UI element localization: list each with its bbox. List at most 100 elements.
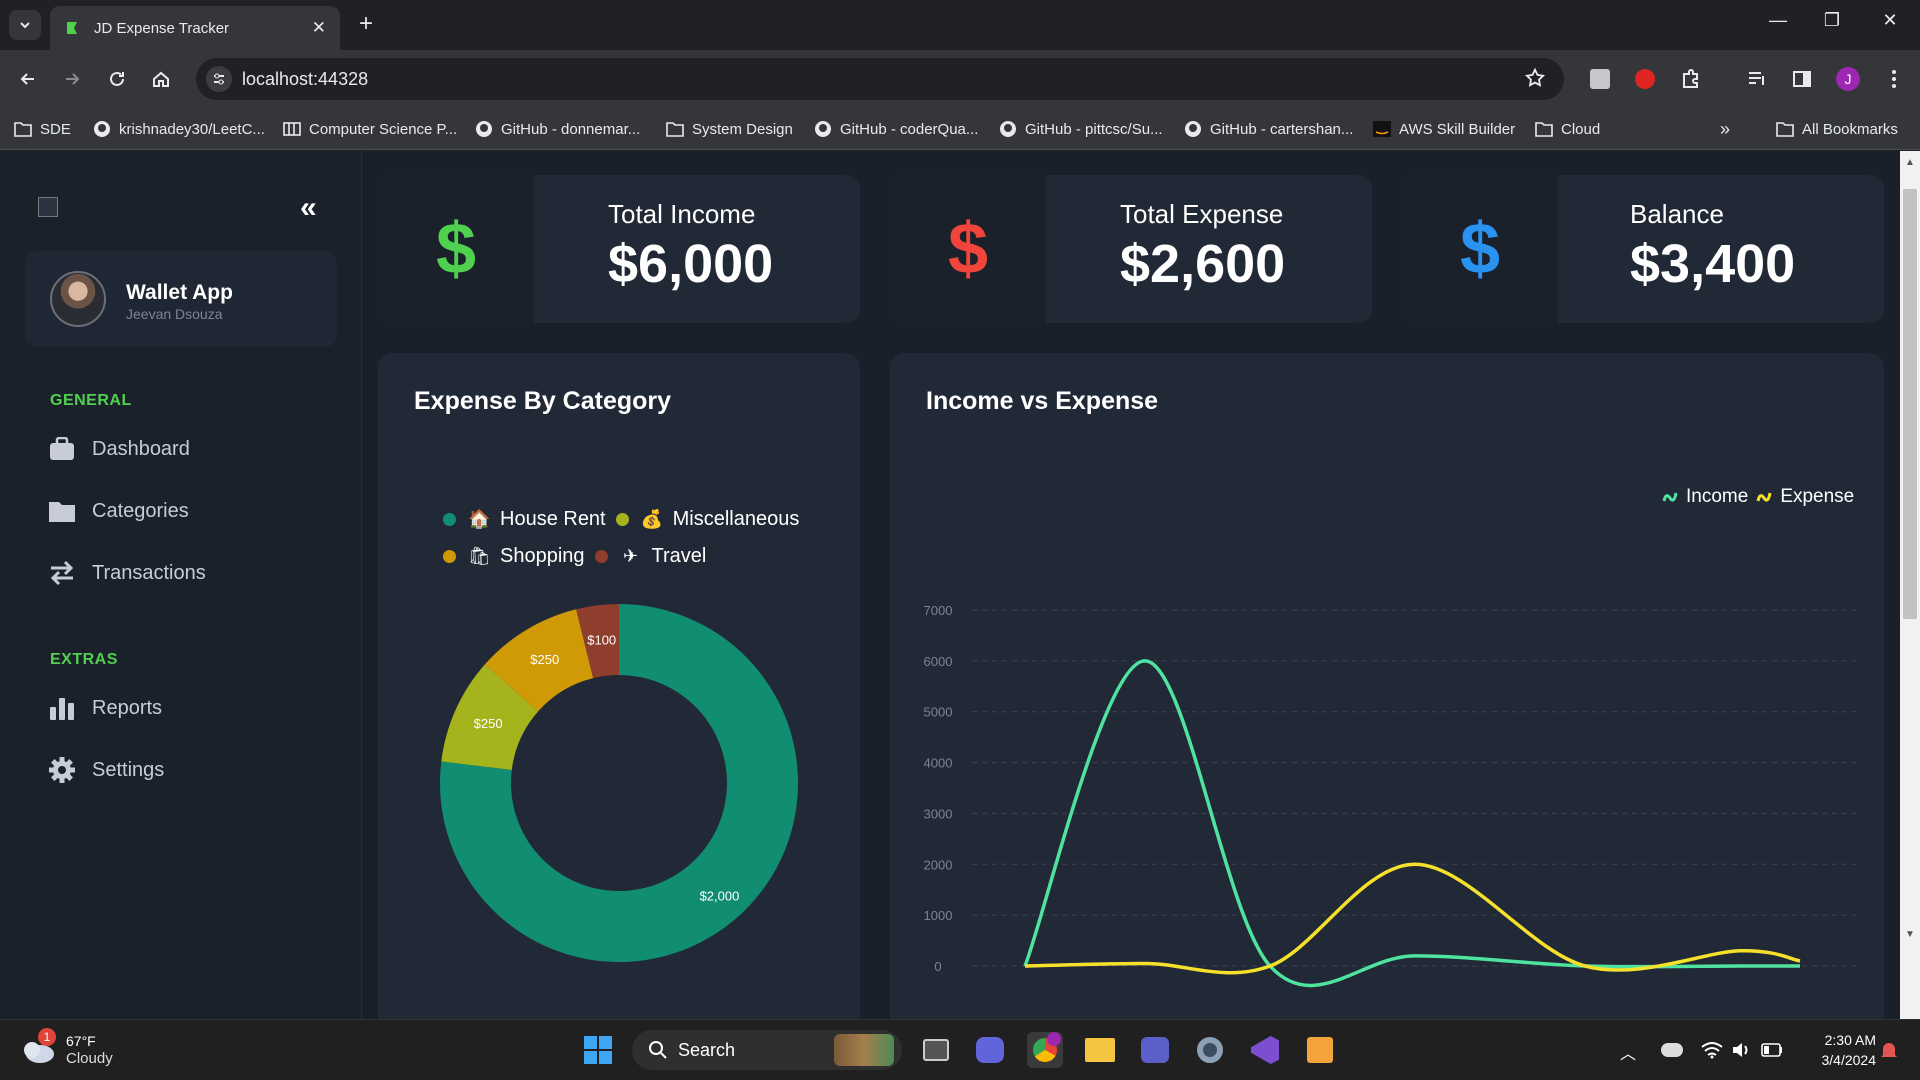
- volume-icon[interactable]: [1730, 1032, 1754, 1068]
- back-button[interactable]: [14, 65, 42, 93]
- meet-app-icon[interactable]: [972, 1032, 1008, 1068]
- legend-item[interactable]: 💰 Miscellaneous: [615, 508, 799, 531]
- wifi-icon[interactable]: [1700, 1032, 1724, 1068]
- dollar-icon: $: [1402, 175, 1558, 323]
- minimize-button[interactable]: —: [1758, 10, 1798, 31]
- series-line-income[interactable]: [1023, 659, 1800, 988]
- bookmark-label: GitHub - cartershan...: [1210, 120, 1354, 138]
- collapse-sidebar-button[interactable]: «: [300, 191, 317, 225]
- bookmark-item[interactable]: GitHub - pittcsc/Su...: [999, 118, 1163, 140]
- sidebar: « Wallet App Jeevan Dsouza GENERAL Dashb…: [0, 151, 362, 1019]
- bookmark-item[interactable]: System Design: [666, 118, 793, 140]
- sidebar-item-label: Settings: [92, 758, 165, 781]
- total-income-card: $ Total Income $6,000: [378, 175, 860, 323]
- expense-by-category-card: Expense By Category 🏠 House Rent 💰 Miscell…: [378, 353, 860, 1019]
- bookmark-item[interactable]: GitHub - donnemar...: [475, 118, 640, 140]
- windows-start-icon[interactable]: [580, 1032, 616, 1068]
- bookmark-label: Computer Science P...: [309, 120, 458, 138]
- sidebar-item-reports[interactable]: Reports: [48, 691, 162, 725]
- bookmark-item[interactable]: Cloud: [1535, 118, 1600, 140]
- search-label: Search: [678, 1039, 736, 1060]
- reload-button[interactable]: [103, 65, 131, 93]
- folder-icon: [1535, 120, 1553, 138]
- more-bookmarks-icon[interactable]: »: [1720, 118, 1730, 140]
- page-scrollbar[interactable]: ▲ ▼: [1900, 151, 1920, 1019]
- avatar: [50, 271, 106, 327]
- folder-icon: [14, 120, 32, 138]
- close-tab-icon[interactable]: ✕: [312, 18, 326, 38]
- menu-kebab-icon[interactable]: [1882, 67, 1906, 91]
- settings-taskbar-icon[interactable]: [1192, 1032, 1228, 1068]
- profile-avatar[interactable]: J: [1836, 67, 1860, 91]
- bookmark-item[interactable]: GitHub - cartershan...: [1184, 118, 1353, 140]
- legend-item[interactable]: 🛍 Shopping: [443, 545, 585, 568]
- show-hidden-icons[interactable]: ︿: [1620, 1040, 1636, 1064]
- bookmark-item[interactable]: SDE: [14, 118, 71, 140]
- close-window-button[interactable]: ✕: [1870, 10, 1910, 31]
- donut-data-label: $250: [530, 652, 559, 667]
- stat-value: $6,000: [608, 234, 774, 294]
- favicon-icon: [67, 22, 77, 34]
- address-bar[interactable]: localhost:44328: [196, 58, 1564, 100]
- teams-icon[interactable]: [1137, 1032, 1173, 1068]
- onedrive-icon[interactable]: [1660, 1032, 1684, 1068]
- tab-search-button[interactable]: [9, 10, 41, 40]
- sidebar-item-categories[interactable]: Categories: [48, 494, 189, 528]
- new-tab-button[interactable]: +: [352, 11, 380, 39]
- all-bookmarks-button[interactable]: All Bookmarks: [1776, 118, 1898, 140]
- bookmark-item[interactable]: GitHub - coderQua...: [814, 118, 978, 140]
- scroll-up-icon[interactable]: ▲: [1905, 157, 1915, 168]
- bookmark-label: krishnadey30/LeetC...: [119, 120, 265, 138]
- page-viewport: « Wallet App Jeevan Dsouza GENERAL Dashb…: [0, 151, 1920, 1019]
- battery-icon[interactable]: [1760, 1032, 1784, 1068]
- legend-row: 🏠 House Rent 💰 Miscellaneous: [443, 508, 799, 531]
- balance-card: $ Balance $3,400: [1402, 175, 1884, 323]
- file-explorer-icon[interactable]: [1082, 1032, 1118, 1068]
- bookmark-label: GitHub - donnemar...: [501, 120, 641, 138]
- forward-button[interactable]: [58, 65, 86, 93]
- taskbar-search[interactable]: Search: [632, 1030, 902, 1070]
- section-extras: EXTRAS: [50, 651, 118, 668]
- folder-icon: [666, 120, 684, 138]
- notification-bell-icon[interactable]: [1876, 1032, 1902, 1068]
- scrollbar-thumb[interactable]: [1903, 189, 1917, 619]
- sidebar-item-settings[interactable]: Settings: [48, 753, 164, 787]
- shopping-bags-emoji-icon: 🛍: [468, 546, 491, 566]
- bookmark-item[interactable]: Computer Science P...: [283, 118, 457, 140]
- extension-hand-icon[interactable]: [1633, 67, 1657, 91]
- weather-widget[interactable]: 1 67°F Cloudy: [20, 1028, 113, 1068]
- chrome-taskbar-icon[interactable]: [1027, 1032, 1063, 1068]
- stat-label: Total Income: [608, 199, 756, 229]
- home-button[interactable]: [147, 65, 175, 93]
- section-general: GENERAL: [50, 392, 132, 409]
- task-view-icon[interactable]: [918, 1032, 954, 1068]
- side-panel-icon[interactable]: [1790, 67, 1814, 91]
- browser-tab[interactable]: JD Expense Tracker ✕: [50, 6, 340, 50]
- extensions-puzzle-icon[interactable]: [1679, 67, 1703, 91]
- bookmark-item[interactable]: krishnadey30/LeetC...: [93, 118, 265, 140]
- media-controls-icon[interactable]: [1745, 67, 1769, 91]
- site-info-icon[interactable]: [206, 66, 232, 92]
- extension-notes-icon[interactable]: [1588, 67, 1612, 91]
- bookmark-label: GitHub - coderQua...: [840, 120, 979, 138]
- restore-button[interactable]: ❐: [1812, 10, 1852, 31]
- bookmark-label: System Design: [692, 120, 793, 138]
- legend-item[interactable]: 🏠 House Rent: [443, 508, 606, 531]
- bookmark-star-icon[interactable]: [1524, 67, 1546, 89]
- visual-studio-icon[interactable]: [1247, 1032, 1283, 1068]
- tab-title: JD Expense Tracker: [94, 19, 230, 37]
- snipping-tool-icon[interactable]: [1302, 1032, 1338, 1068]
- legend-label: Travel: [651, 545, 707, 567]
- scroll-down-icon[interactable]: ▼: [1905, 929, 1915, 940]
- clock[interactable]: 2:30 AM 3/4/2024: [1804, 1030, 1877, 1070]
- bookmark-item[interactable]: AWS Skill Builder: [1373, 118, 1515, 140]
- sidebar-item-transactions[interactable]: Transactions: [48, 556, 206, 590]
- bookmark-label: GitHub - pittcsc/Su...: [1025, 120, 1163, 138]
- gear-icon: [48, 756, 76, 784]
- browser-tab-bar: JD Expense Tracker ✕ + — ❐ ✕: [0, 0, 1920, 50]
- y-tick-label: 2000: [924, 857, 953, 872]
- legend-item[interactable]: ✈ Travel: [594, 545, 707, 568]
- sidebar-item-dashboard[interactable]: Dashboard: [48, 432, 190, 466]
- book-icon: [283, 120, 301, 138]
- github-icon: [93, 120, 111, 138]
